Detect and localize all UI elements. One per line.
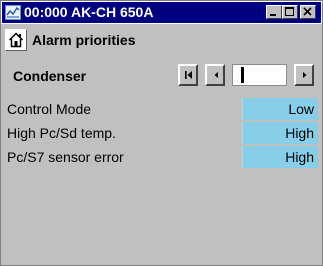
maximize-icon <box>285 7 294 16</box>
section-label: Condenser <box>13 68 87 84</box>
parameter-list: Control Mode Low High Pc/Sd temp. High P… <box>1 92 322 265</box>
first-page-button[interactable] <box>178 64 198 86</box>
parameter-value[interactable]: High <box>242 146 318 168</box>
minimize-button[interactable] <box>266 5 282 19</box>
parameter-label: High Pc/Sd temp. <box>7 125 116 141</box>
parameter-label: Pc/S7 sensor error <box>7 149 124 165</box>
next-button[interactable] <box>294 64 314 86</box>
page-slider-thumb[interactable] <box>241 67 244 83</box>
section-bar: Condenser <box>1 60 322 92</box>
previous-icon <box>214 72 218 78</box>
parameter-value[interactable]: High <box>242 122 318 144</box>
parameter-label: Control Mode <box>7 101 92 117</box>
list-item: Control Mode Low <box>1 98 322 120</box>
next-icon <box>303 72 307 78</box>
close-button[interactable] <box>300 5 316 19</box>
app-window: 00:000 AK-CH 650A Alarm priorities Conde… <box>0 0 323 266</box>
app-icon[interactable] <box>5 5 21 20</box>
window-title: 00:000 AK-CH 650A <box>24 4 154 20</box>
list-item: High Pc/Sd temp. High <box>1 122 322 144</box>
parameter-value[interactable]: Low <box>242 98 318 120</box>
page-header: Alarm priorities <box>1 24 322 60</box>
home-icon <box>8 32 24 48</box>
first-page-icon <box>185 71 192 79</box>
previous-button[interactable] <box>205 64 225 86</box>
title-bar[interactable]: 00:000 AK-CH 650A <box>2 2 321 23</box>
close-icon <box>303 7 312 16</box>
page-title: Alarm priorities <box>32 32 136 48</box>
maximize-button[interactable] <box>282 5 298 19</box>
minimize-icon <box>270 14 276 16</box>
list-item: Pc/S7 sensor error High <box>1 146 322 168</box>
page-slider[interactable] <box>232 64 287 86</box>
home-button[interactable] <box>5 29 27 51</box>
